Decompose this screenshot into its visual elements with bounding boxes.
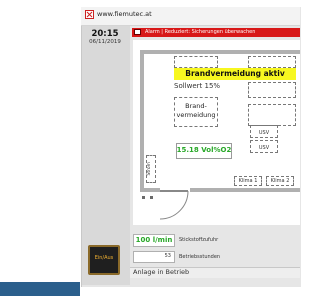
oxygen-readout: 15.18 Vol%O2 (176, 146, 232, 154)
operating-hours-value: 53 (164, 253, 171, 259)
window-title: www.fiemutec.at (97, 10, 152, 18)
nitrogen-flow-value: 100 l/min (135, 236, 173, 244)
strom-label: Strom (147, 162, 152, 176)
wall-bottom-right (190, 188, 300, 192)
alarm-text: Alarm | Reduziert: Sicherungen überwache… (145, 29, 256, 35)
zone-outline (248, 104, 296, 126)
brandvermeidung-label: Brand- vermeidung (174, 102, 218, 120)
zone-outline (174, 56, 218, 68)
usv-2-label: USV (258, 145, 270, 151)
date: 06/11/2019 (89, 39, 121, 45)
klima-2-label: Klima 2 (270, 178, 290, 184)
zone-outline (248, 56, 296, 68)
clock: 20:15 (91, 29, 119, 39)
brand-label-line-1: Brand- (185, 102, 207, 110)
background-left (0, 0, 82, 296)
klima-1-label: Klima 1 (238, 178, 258, 184)
alarm-checkbox[interactable] (134, 29, 141, 35)
brand-label-line-2: vermeidung (176, 111, 216, 119)
taskbar-strip (0, 282, 80, 296)
usv-1-label: USV (258, 130, 270, 136)
marker (142, 196, 145, 199)
nitrogen-flow-label: Stickstoffzufuhr (179, 237, 219, 243)
fiemutec-logo-icon (85, 10, 94, 19)
wall-top (140, 50, 300, 54)
marker (150, 196, 153, 199)
status-text: Anlage in Betrieb (133, 268, 190, 276)
power-button-label: Ein/Aus (94, 255, 114, 261)
wall-left (140, 50, 144, 190)
strom-label-box: Strom (146, 160, 156, 180)
status-banner-text: Brandvermeidung aktiv (185, 69, 285, 78)
setpoint-label: Sollwert 15% (174, 82, 221, 90)
zone-outline (248, 82, 296, 98)
operating-hours-label: Betriebsstunden (179, 254, 221, 260)
